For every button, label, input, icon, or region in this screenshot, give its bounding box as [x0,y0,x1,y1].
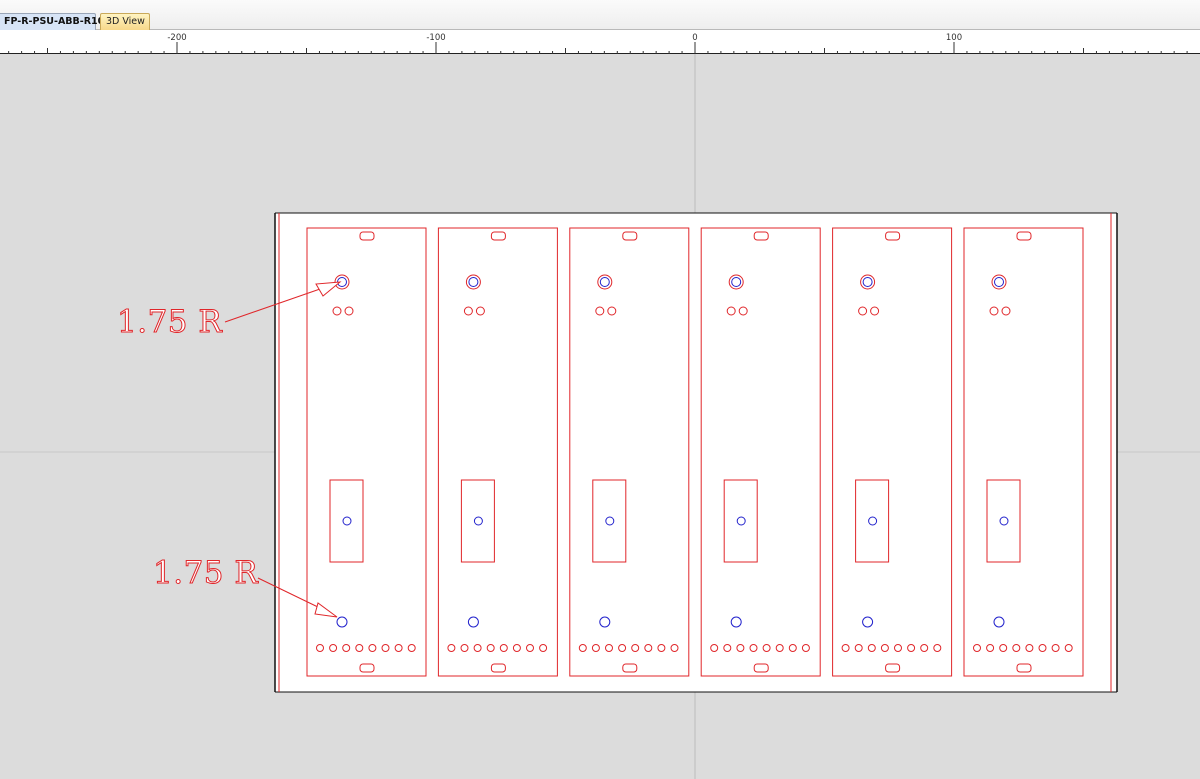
radius-callout-top: 1.75 R [116,304,223,341]
radius-callout-bottom: 1.75 R [152,555,259,592]
ruler-label-minus-200: -200 [167,33,187,43]
ruler-label-minus-100: -100 [426,33,446,43]
tab-fp-r-psu-abb-r10[interactable]: FP-R-PSU-ABB-R10 [0,13,104,30]
ruler-label-100: 100 [945,33,963,43]
ruler-label-0: 0 [692,33,698,43]
front-panel[interactable] [274,212,1118,693]
panel-sheet [275,213,1117,692]
drawing-canvas[interactable] [0,54,1200,779]
horizontal-ruler[interactable]: -200 -100 0 100 [0,30,1200,54]
tab-3d-view[interactable]: 3D View [100,13,150,30]
document-tab-bar: FP-R-PSU-ABB-R10 3D View [0,0,1200,30]
